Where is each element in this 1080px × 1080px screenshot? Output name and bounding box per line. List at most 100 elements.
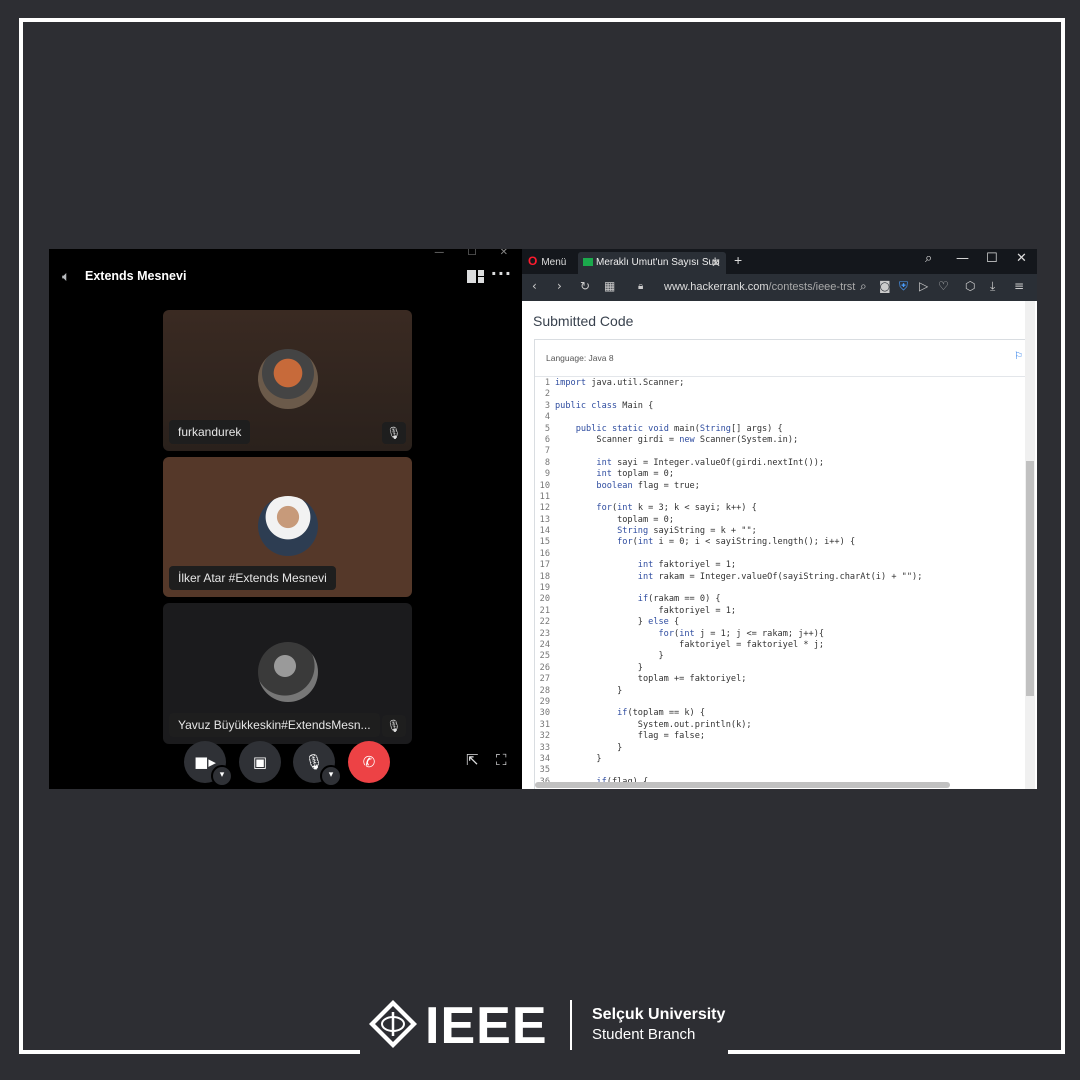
- hang-up-button[interactable]: ✆: [348, 741, 390, 783]
- snapshot-icon[interactable]: ◙: [879, 279, 891, 293]
- code-line: 1 import java.util.Scanner;: [535, 378, 1027, 389]
- vpn-shield-icon[interactable]: ⛨: [899, 279, 908, 294]
- code-line: 30 if(toplam == k) {: [535, 708, 1027, 719]
- language-bar: Language: Java 8 ⚐: [535, 340, 1027, 377]
- horizontal-scrollbar[interactable]: [535, 782, 950, 788]
- participant-tile[interactable]: Yavuz Büyükkeskin#ExtendsMesn... 🎙︎: [163, 603, 412, 744]
- menu-button[interactable]: O Menü: [528, 254, 566, 268]
- line-number: 15: [539, 537, 550, 548]
- line-number: 13: [539, 514, 550, 525]
- participant-tile[interactable]: İlker Atar #Extends Mesnevi: [163, 457, 412, 597]
- minimize-icon[interactable]: —: [956, 251, 969, 266]
- microphone-button[interactable]: 🎙︎ ▾: [293, 741, 342, 787]
- back-icon[interactable]: ‹: [532, 279, 537, 293]
- maximize-icon[interactable]: ☐: [986, 251, 998, 266]
- download-icon[interactable]: ⤓: [990, 279, 995, 294]
- code-line: 2: [535, 389, 1027, 400]
- frame-right: [1061, 18, 1065, 1054]
- ieee-wordmark: IEEE: [425, 997, 548, 1055]
- code-line: 20 if(rakam == 0) {: [535, 594, 1027, 605]
- flag-icon[interactable]: ⚐: [1014, 351, 1023, 362]
- line-number: 21: [539, 605, 550, 616]
- branch-name: Student Branch: [592, 1026, 696, 1043]
- code-line: 29: [535, 697, 1027, 708]
- fullscreen-icon[interactable]: ⛶: [496, 751, 507, 769]
- hackerrank-favicon-icon: [583, 258, 593, 267]
- close-window-icon[interactable]: ✕: [1016, 251, 1027, 266]
- code-line: 32 flag = false;: [535, 731, 1027, 742]
- line-number: 29: [539, 696, 550, 707]
- code-text: String sayiString = k + "";: [617, 526, 757, 537]
- code-line: 31 System.out.println(k);: [535, 720, 1027, 731]
- code-text: toplam += faktoriyel;: [555, 674, 747, 685]
- logo-divider: [570, 1000, 572, 1050]
- easy-setup-icon[interactable]: ≡: [1014, 279, 1024, 293]
- code-text: int faktoriyel = 1;: [637, 560, 737, 571]
- line-number: 35: [539, 765, 550, 776]
- chevron-down-icon[interactable]: ▾: [320, 765, 342, 787]
- popout-icon[interactable]: ⇱: [466, 751, 479, 769]
- line-number: 5: [544, 423, 550, 434]
- code-text: }: [555, 651, 664, 662]
- tab-title: Meraklı Umut'un Sayısı Sub: [596, 257, 720, 268]
- code-lines[interactable]: 1 import java.util.Scanner; 2 3 public class…: [535, 378, 1027, 788]
- camera-button[interactable]: ■▸ ▾: [184, 741, 233, 787]
- code-line: 35: [535, 765, 1027, 776]
- code-text: if(toplam == k) {: [617, 708, 706, 719]
- frame-bottom-left: [19, 1050, 360, 1054]
- code-text: boolean flag = true;: [596, 480, 700, 491]
- active-tab[interactable]: Meraklı Umut'un Sayısı Sub ✕: [578, 252, 726, 274]
- line-number: 19: [539, 583, 550, 594]
- chevron-down-icon[interactable]: ▾: [211, 765, 233, 787]
- scrollbar-thumb[interactable]: [1026, 461, 1034, 696]
- send-icon[interactable]: ▷: [919, 279, 928, 293]
- close-tab-icon[interactable]: ✕: [711, 252, 721, 274]
- code-text: faktoriyel = 1;: [555, 605, 737, 616]
- code-text: } else {: [555, 617, 680, 628]
- code-text: }: [555, 742, 623, 753]
- page-search-icon[interactable]: ⌕: [860, 279, 867, 294]
- more-options-icon[interactable]: ···: [491, 264, 512, 283]
- code-text: if(rakam == 0) {: [637, 594, 721, 605]
- forward-icon[interactable]: ›: [557, 279, 562, 293]
- code-text: System.out.println(k);: [555, 719, 752, 730]
- code-text: for(int i = 0; i < sayiString.length(); …: [617, 537, 856, 548]
- line-number: 14: [539, 526, 550, 537]
- address-bar[interactable]: www.hackerrank.com/contests/ieee-trst: [664, 281, 855, 293]
- code-line: 6 Scanner girdi = new Scanner(System.in)…: [535, 435, 1027, 446]
- url-host: www.hackerrank.com: [664, 281, 769, 293]
- code-line: 34 }: [535, 754, 1027, 765]
- line-number: 17: [539, 560, 550, 571]
- extensions-icon[interactable]: ⬡: [965, 279, 975, 293]
- vertical-scrollbar[interactable]: [1025, 301, 1035, 789]
- line-number: 24: [539, 639, 550, 650]
- page-title: Submitted Code: [533, 313, 634, 329]
- line-number: 34: [539, 753, 550, 764]
- address-bar-row: ‹ › ↻ ▦ 🔒︎ www.hackerrank.com/contests/i…: [522, 274, 1037, 301]
- avatar: [258, 496, 318, 556]
- code-line: 13 toplam = 0;: [535, 515, 1027, 526]
- tabs-grid-icon[interactable]: ▦: [604, 279, 615, 293]
- grid-layout-icon[interactable]: [467, 270, 484, 283]
- screen-share-button[interactable]: ▣: [239, 741, 281, 783]
- participant-name: furkandurek: [169, 420, 251, 444]
- code-line: 23 for(int j = 1; j <= rakam; j++){: [535, 629, 1027, 640]
- code-text: }: [555, 662, 643, 673]
- browser-window: O Menü Meraklı Umut'un Sayısı Sub ✕ + ⌕ —…: [522, 249, 1037, 789]
- line-number: 2: [544, 389, 550, 400]
- microphone-icon: 🎙︎: [304, 753, 324, 771]
- line-number: 32: [539, 731, 550, 742]
- code-line: 14 String sayiString = k + "";: [535, 526, 1027, 537]
- search-icon[interactable]: ⌕: [925, 251, 932, 266]
- code-line: 22 } else {: [535, 617, 1027, 628]
- reload-icon[interactable]: ↻: [580, 279, 590, 293]
- line-number: 4: [544, 412, 550, 423]
- line-number: 22: [539, 617, 550, 628]
- window-controls[interactable]: — ☐ ✕: [434, 249, 518, 259]
- code-text: public class Main {: [555, 400, 654, 411]
- heart-icon[interactable]: ♡: [938, 279, 949, 293]
- participant-tile[interactable]: furkandurek 🎙︎: [163, 310, 412, 451]
- new-tab-icon[interactable]: +: [734, 252, 742, 268]
- code-line: 12 for(int k = 3; k < sayi; k++) {: [535, 503, 1027, 514]
- line-number: 1: [544, 378, 550, 388]
